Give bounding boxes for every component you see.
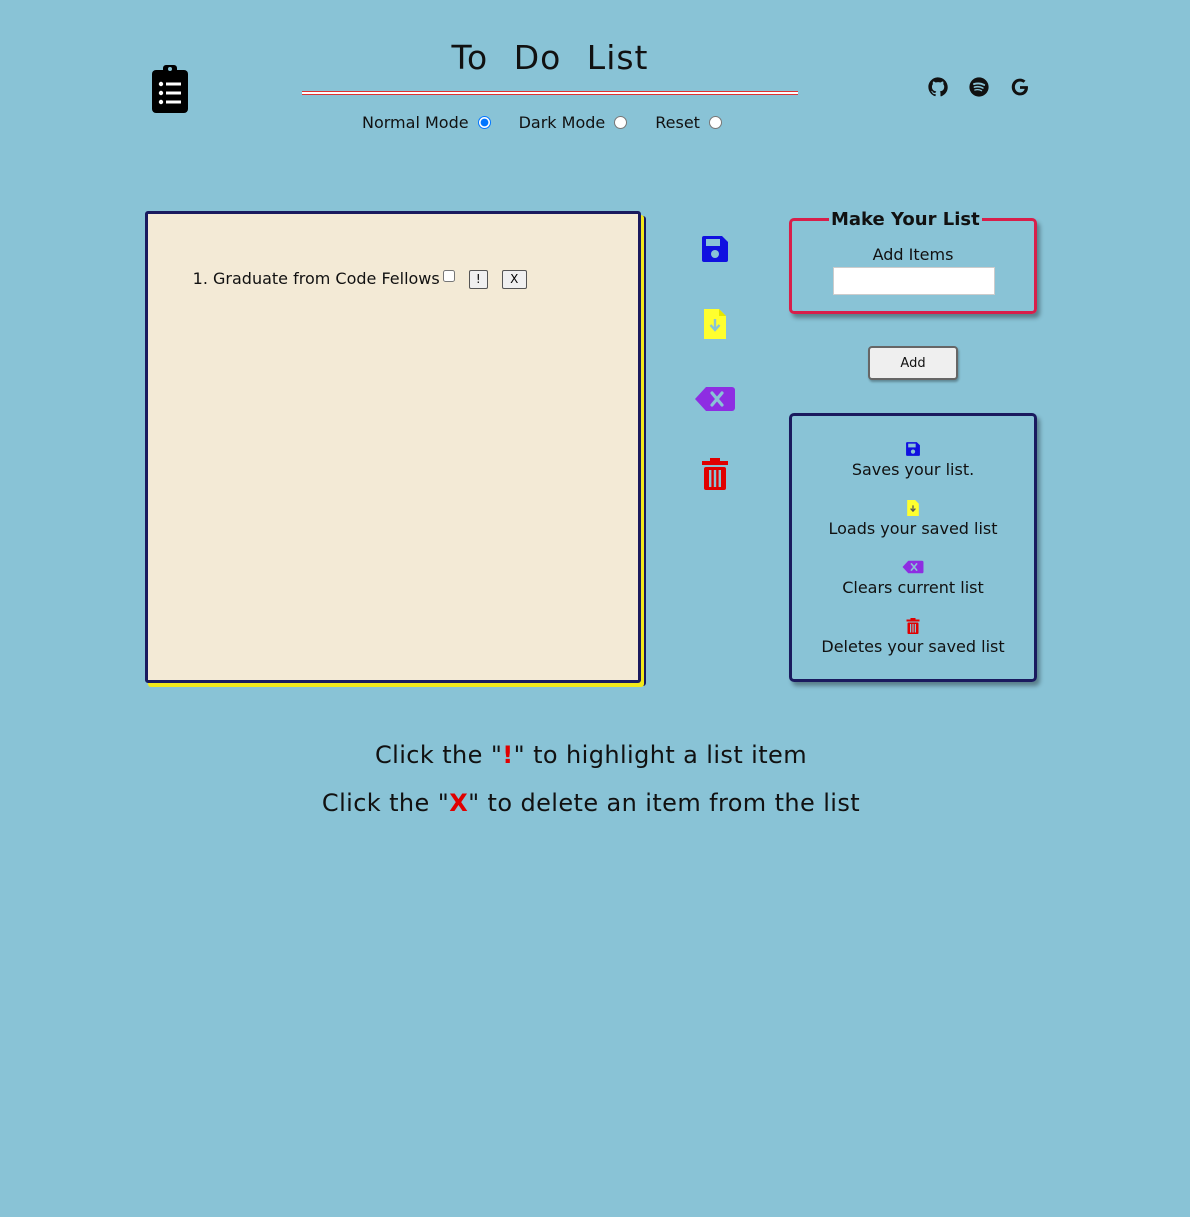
- legend-item-save: Saves your list.: [789, 440, 1037, 479]
- legend-item-load: Loads your saved list: [789, 499, 1037, 538]
- add-items-label: Add Items: [872, 245, 954, 264]
- spotify-icon[interactable]: [968, 76, 992, 100]
- mode-normal[interactable]: Normal Mode: [362, 113, 491, 132]
- instruction-text: Click the ": [374, 741, 503, 769]
- page-title: To Do List: [451, 38, 649, 77]
- highlight-mark: !: [502, 741, 514, 769]
- delete-mark: X: [449, 789, 469, 817]
- todo-list-panel: Graduate from Code Fellows! X: [145, 211, 641, 683]
- legend-delete-text: Deletes your saved list: [821, 637, 1005, 656]
- add-button[interactable]: Add: [868, 346, 958, 380]
- mode-dark[interactable]: Dark Mode: [519, 113, 628, 132]
- legend-save-text: Saves your list.: [851, 460, 975, 479]
- title-divider: [302, 91, 798, 95]
- make-list-fieldset: [789, 218, 1037, 314]
- instruction-highlight: Click the "!" to highlight a list item: [0, 741, 1186, 769]
- instruction-text: " to delete an item from the list: [468, 789, 861, 817]
- clear-list-button[interactable]: [694, 379, 736, 419]
- mode-reset-radio[interactable]: [708, 116, 722, 129]
- instruction-text: " to highlight a list item: [513, 741, 807, 769]
- instruction-delete: Click the "X" to delete an item from the…: [0, 789, 1186, 817]
- delete-item-button[interactable]: X: [501, 269, 527, 289]
- add-item-input[interactable]: [833, 267, 995, 295]
- highlight-button[interactable]: !: [468, 269, 488, 289]
- list-item: Graduate from Code Fellows! X: [213, 268, 638, 290]
- legend-load-text: Loads your saved list: [828, 519, 998, 538]
- github-icon[interactable]: [927, 76, 951, 100]
- google-icon[interactable]: [1009, 76, 1033, 100]
- legend-item-clear: Clears current list: [789, 558, 1037, 597]
- make-list-legend: Make Your List: [829, 209, 982, 230]
- save-list-button[interactable]: [694, 229, 736, 269]
- mode-selector: Normal Mode Dark Mode Reset: [362, 113, 750, 132]
- mode-normal-radio[interactable]: [477, 116, 491, 129]
- load-file-icon: [907, 500, 919, 516]
- mode-reset[interactable]: Reset: [655, 113, 722, 132]
- delete-saved-button[interactable]: [694, 454, 736, 494]
- clipboard-list-icon: [150, 64, 190, 114]
- save-icon: [702, 236, 728, 262]
- clear-backspace-icon: [695, 387, 735, 411]
- todo-list: Graduate from Code Fellows! X: [148, 268, 638, 290]
- legend-item-delete: Deletes your saved list: [789, 617, 1037, 656]
- clear-backspace-icon: [902, 560, 924, 574]
- load-file-icon: [704, 309, 726, 339]
- list-item-text: Graduate from Code Fellows: [213, 269, 440, 288]
- list-item-checkbox[interactable]: [442, 270, 455, 282]
- load-list-button[interactable]: [694, 304, 736, 344]
- legend-clear-text: Clears current list: [842, 578, 984, 597]
- mode-normal-label: Normal Mode: [362, 113, 469, 132]
- save-icon: [906, 442, 920, 456]
- mode-dark-label: Dark Mode: [518, 113, 606, 132]
- mode-reset-label: Reset: [655, 113, 700, 132]
- trash-icon: [906, 618, 920, 634]
- instruction-text: Click the ": [321, 789, 450, 817]
- trash-icon: [702, 458, 728, 490]
- mode-dark-radio[interactable]: [614, 116, 628, 129]
